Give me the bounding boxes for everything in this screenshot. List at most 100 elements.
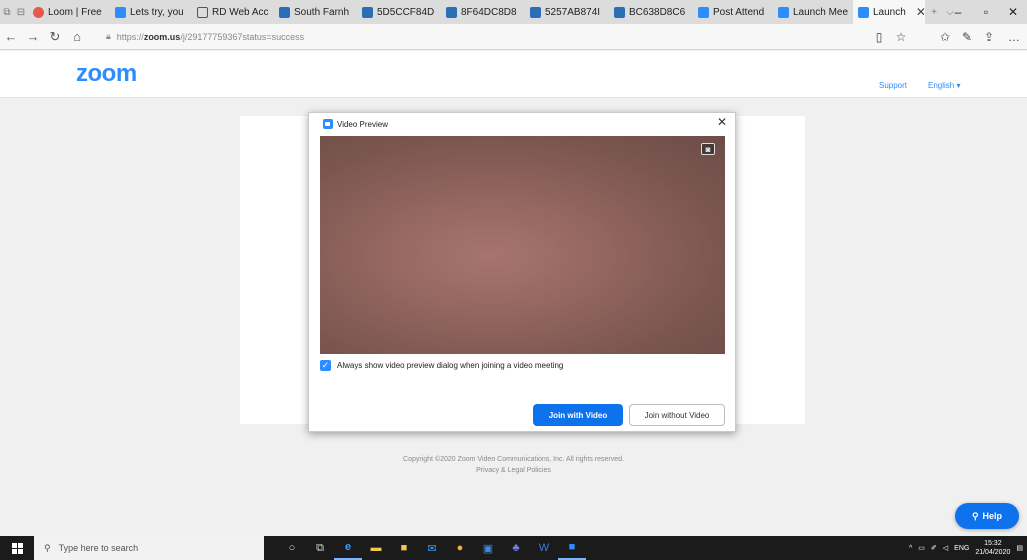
tab-label: Post Attend (713, 6, 765, 18)
tab-label: Loom | Free (48, 6, 102, 18)
dialog-title: Video Preview (337, 119, 388, 129)
site-icon (614, 6, 625, 18)
loom-icon (33, 6, 44, 18)
browser-tab[interactable]: 5257AB874I (525, 0, 609, 24)
camera-switch-icon[interactable]: ◙ (701, 143, 715, 155)
new-tab-icon[interactable]: + (925, 0, 943, 24)
browser-tab[interactable]: South Farnh (274, 0, 357, 24)
minimize-icon[interactable]: – (944, 0, 972, 24)
reading-view-icon[interactable]: ▯ (868, 24, 890, 50)
tab-label: Launch Mee (793, 6, 849, 18)
clock[interactable]: 15:32 21/04/2020 (975, 539, 1010, 557)
forward-icon[interactable]: → (22, 24, 44, 50)
window-icon (197, 6, 208, 18)
zoom-logo[interactable]: zoom (76, 60, 137, 88)
chevron-up-icon[interactable]: ^ (909, 545, 912, 552)
volume-icon[interactable]: ◁ (943, 544, 948, 552)
tab-label: 5257AB874I (545, 6, 601, 18)
outlook-icon[interactable]: ▣ (474, 536, 502, 560)
site-icon (279, 6, 290, 18)
help-label: Help (982, 511, 1003, 521)
browser-tab[interactable]: Launch Mee (773, 0, 853, 24)
browser-tab[interactable]: 5D5CCF84D (357, 0, 441, 24)
tab-actions-icon[interactable]: ⧉ (0, 0, 14, 24)
favorites-icon[interactable]: ✩ (934, 24, 956, 50)
taskbar-search[interactable]: ⚲ Type here to search (34, 536, 264, 560)
zoom-icon (858, 6, 869, 18)
site-icon (446, 6, 457, 18)
cortana-icon[interactable]: ○ (278, 536, 306, 560)
lock-icon: 🔒︎ (106, 31, 111, 41)
video-preview: ◙ (320, 136, 725, 354)
site-icon (362, 6, 373, 18)
edge-icon[interactable]: e (334, 536, 362, 560)
url-field[interactable]: 🔒︎ https://zoom.us/j/29177759367status=s… (106, 31, 304, 42)
more-icon[interactable]: … (1003, 24, 1025, 50)
tab-label: South Farnh (294, 6, 350, 18)
language-dropdown[interactable]: English ▾ (928, 81, 960, 90)
close-icon[interactable]: ✕ (916, 5, 925, 19)
support-link[interactable]: Support (879, 81, 907, 90)
task-view-icon[interactable]: ⧉ (306, 536, 334, 560)
tab-label: Lets try, you (130, 6, 184, 18)
pen-icon[interactable]: ✎ (956, 24, 978, 50)
notification-icon[interactable]: ▤ (1016, 544, 1023, 552)
browser-tab[interactable]: 8F64DC8D8 (441, 0, 525, 24)
zoom-taskbar-icon[interactable]: ■ (558, 536, 586, 560)
windows-start-icon[interactable] (0, 536, 34, 560)
network-icon[interactable]: ▭ (918, 544, 925, 552)
search-icon: ⚲ (44, 542, 51, 553)
privacy-link[interactable]: Privacy & Legal Policies (0, 467, 1027, 474)
join-with-video-button[interactable]: Join with Video (533, 404, 623, 426)
dialog-title-bar: Video Preview (323, 117, 388, 131)
tab-label: 8F64DC8D8 (461, 6, 517, 18)
checkbox-label: Always show video preview dialog when jo… (337, 361, 564, 370)
zoom-icon (778, 6, 789, 18)
clock-time: 15:32 (984, 540, 1002, 547)
checkbox-checked-icon[interactable]: ✓ (320, 360, 331, 371)
window-close-icon[interactable]: ✕ (999, 0, 1027, 24)
tabs-aside-icon[interactable]: ⊟ (14, 0, 28, 24)
favorite-star-icon[interactable]: ☆ (890, 24, 912, 50)
doc-icon (115, 6, 126, 18)
refresh-icon[interactable]: ↻ (44, 24, 66, 50)
browser-tab[interactable]: Post Attend (693, 0, 773, 24)
close-icon[interactable]: ✕ (717, 115, 727, 129)
file-explorer-icon[interactable]: ▬ (362, 536, 390, 560)
tab-label: RD Web Acc (212, 6, 269, 18)
browser-tab[interactable]: RD Web Acc (192, 0, 274, 24)
chrome-icon[interactable]: ● (446, 536, 474, 560)
copyright-text: Copyright ©2020 Zoom Video Communication… (403, 456, 624, 463)
browser-tab-active[interactable]: Launch ✕ (853, 0, 925, 24)
system-tray: ^ ▭ ✐ ◁ ENG 15:32 21/04/2020 ▤ (909, 536, 1027, 560)
url-prefix: https:// (116, 31, 144, 42)
browser-tab-bar: ⧉ ⊟ Loom | Free Lets try, you RD Web Acc… (0, 0, 1027, 24)
zoom-header: zoom Support English ▾ (0, 51, 1027, 98)
site-icon (530, 6, 541, 18)
word-icon[interactable]: W (530, 536, 558, 560)
clock-date: 21/04/2020 (975, 549, 1011, 556)
pen-workspace-icon[interactable]: ✐ (931, 544, 937, 552)
help-button[interactable]: ⚲ Help (955, 503, 1019, 529)
tab-label: Launch (873, 6, 906, 18)
mail-icon[interactable]: ✉ (418, 536, 446, 560)
store-icon[interactable]: ■ (390, 536, 418, 560)
maximize-icon[interactable]: ▫ (972, 0, 1000, 24)
url-path: /j/29177759367status=success (180, 31, 305, 42)
browser-tab[interactable]: Lets try, you (110, 0, 192, 24)
join-without-video-button[interactable]: Join without Video (629, 404, 725, 426)
back-icon[interactable]: ← (0, 24, 22, 50)
zoom-app-icon (323, 119, 333, 129)
browser-tab[interactable]: BC638D8C6 (609, 0, 693, 24)
teams-icon[interactable]: ♣ (502, 536, 530, 560)
share-icon[interactable]: ⇪ (978, 24, 1000, 50)
zoom-icon (698, 6, 709, 18)
tab-label: 5D5CCF84D (377, 6, 435, 18)
browser-tab[interactable]: Loom | Free (28, 0, 110, 24)
preview-checkbox-row[interactable]: ✓ Always show video preview dialog when … (320, 360, 563, 371)
search-icon: ⚲ (971, 510, 979, 521)
url-text: https://zoom.us/j/29177759367status=succ… (117, 32, 304, 42)
video-preview-dialog: Video Preview ✕ ◙ ✓ Always show video pr… (308, 112, 736, 432)
home-icon[interactable]: ⌂ (66, 24, 88, 50)
input-language[interactable]: ENG (954, 545, 969, 552)
